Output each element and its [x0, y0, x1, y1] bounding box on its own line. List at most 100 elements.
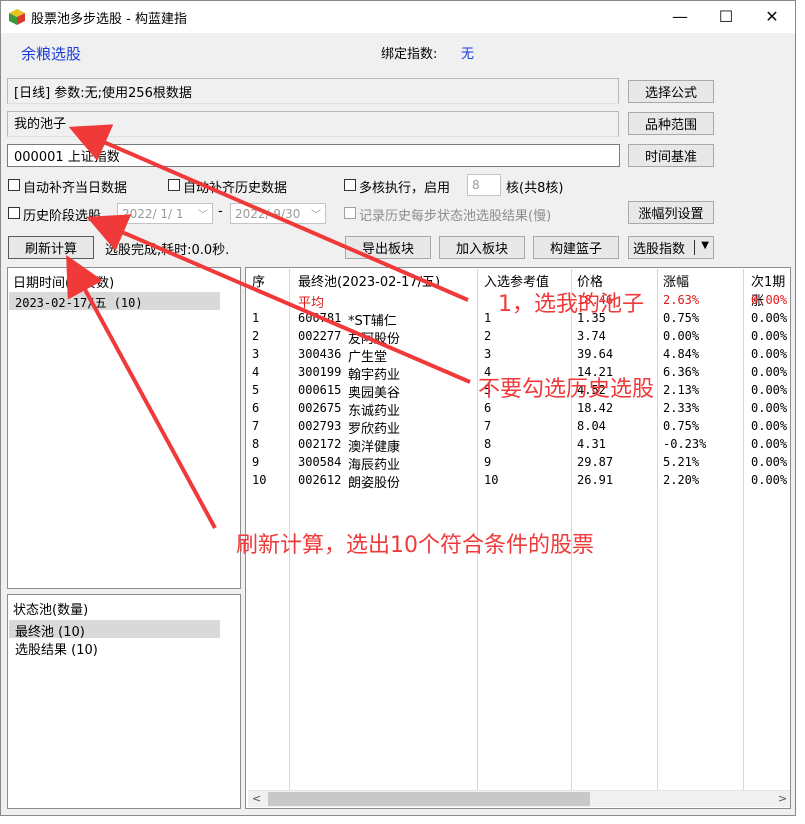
scroll-left-icon[interactable]: <	[252, 792, 261, 805]
multicore-label[interactable]: 多核执行，启用	[359, 177, 450, 196]
cell-ref: 3	[484, 347, 492, 361]
avg-change: 2.63%	[663, 293, 700, 307]
auto-fill-today-label[interactable]: 自动补齐当日数据	[23, 177, 127, 196]
time-base-button[interactable]: 时间基准	[628, 144, 714, 167]
bind-index-value[interactable]: 无	[461, 43, 474, 62]
horizontal-scrollbar[interactable]: < >	[248, 790, 790, 807]
state-row-text: 最终池 (10)	[15, 625, 85, 640]
column-header-pool[interactable]: 最终池(2023-02-17/五)	[298, 271, 440, 290]
cell-code: 300584	[298, 455, 342, 469]
pool-name: 我的池子	[14, 117, 67, 132]
cell-next: 0.00%	[751, 455, 788, 469]
build-basket-button[interactable]: 构建篮子	[533, 236, 619, 259]
dropdown-arrow-icon[interactable]: ▼	[701, 240, 709, 251]
multicore-checkbox[interactable]	[344, 179, 356, 191]
cell-no: 8	[252, 437, 260, 451]
cell-code: 300436	[298, 347, 342, 361]
main-window: 股票池多步选股 - 构蓝建指 — ☐ ✕ 余粮选股 绑定指数: 无 [日线] 参…	[0, 0, 796, 816]
date-range-dash: -	[218, 204, 223, 219]
scroll-thumb[interactable]	[268, 792, 590, 806]
cell-no: 7	[252, 419, 260, 433]
state-panel: 状态池(数量) 最终池 (10) 选股结果 (10)	[7, 594, 241, 809]
cell-no: 1	[252, 311, 260, 325]
refresh-button[interactable]: 刷新计算	[8, 236, 94, 259]
cell-change: 5.21%	[663, 455, 700, 469]
pick-index-button[interactable]: 选股指数 ▼	[628, 236, 714, 259]
auto-fill-history-label[interactable]: 自动补齐历史数据	[183, 177, 287, 196]
annotation-refresh-hint: 刷新计算，选出10个符合条件的股票	[236, 533, 594, 558]
auto-fill-history-checkbox[interactable]	[168, 179, 180, 191]
cell-name: 广生堂	[348, 350, 388, 365]
minimize-button[interactable]: —	[657, 1, 703, 32]
cell-ref: 10	[484, 473, 499, 487]
multicore-suffix: 核(共8核)	[506, 181, 564, 196]
end-date-picker[interactable]: 2022/ 9/30 ﹀	[230, 203, 326, 224]
variety-range-button[interactable]: 品种范围	[628, 112, 714, 135]
record-history-checkbox[interactable]	[344, 207, 356, 219]
auto-fill-today-checkbox[interactable]	[8, 179, 20, 191]
cell-no: 3	[252, 347, 260, 361]
start-date-picker[interactable]: 2022/ 1/ 1 ﹀	[117, 203, 213, 224]
cell-next: 0.00%	[751, 419, 788, 433]
start-date-value: 2022/ 1/ 1	[122, 206, 184, 221]
maximize-button[interactable]: ☐	[703, 1, 749, 32]
cell-name: 朗姿股份	[348, 476, 401, 491]
cell-price: 8.04	[577, 419, 606, 433]
avg-next: 0.00%	[751, 293, 788, 307]
core-count-input[interactable]: 8	[467, 174, 501, 196]
cell-ref: 2	[484, 329, 492, 343]
cell-next: 0.00%	[751, 365, 788, 379]
state-panel-header: 状态池(数量)	[13, 603, 89, 618]
cell-change: 4.84%	[663, 347, 700, 361]
bind-index-label: 绑定指数:	[381, 47, 438, 62]
end-date-value: 2022/ 9/30	[235, 206, 301, 221]
cell-change: 0.00%	[663, 329, 700, 343]
cell-change: -0.23%	[663, 437, 707, 451]
close-button[interactable]: ✕	[749, 1, 795, 32]
cell-next: 0.00%	[751, 401, 788, 415]
params-text: [日线] 参数:无;使用256根数据	[14, 85, 192, 101]
cell-no: 2	[252, 329, 260, 343]
list-item[interactable]: 2023-02-17/五 (10)	[9, 292, 220, 310]
history-stage-label[interactable]: 历史阶段选股	[23, 205, 101, 224]
export-block-button[interactable]: 导出板块	[345, 236, 431, 259]
cell-no: 9	[252, 455, 260, 469]
list-item[interactable]: 最终池 (10)	[9, 620, 220, 640]
cell-ref: 6	[484, 401, 492, 415]
date-panel: 日期时间(最终数) 2023-02-17/五 (10)	[7, 267, 241, 589]
history-stage-checkbox[interactable]	[8, 207, 20, 219]
cell-price: 3.74	[577, 329, 606, 343]
record-history-label[interactable]: 记录历史每步状态池选股结果(慢)	[359, 205, 551, 224]
cell-ref: 7	[484, 419, 492, 433]
core-count-value: 8	[472, 178, 480, 192]
column-divider	[657, 269, 658, 794]
cell-name: 友阿股份	[348, 332, 401, 347]
cell-ref: 1	[484, 311, 492, 325]
cell-code: 002612	[298, 473, 342, 487]
cell-name: 翰宇药业	[348, 368, 401, 383]
cell-next: 0.00%	[751, 383, 788, 397]
window-title: 股票池多步选股 - 构蓝建指	[31, 12, 187, 27]
select-formula-button[interactable]: 选择公式	[628, 80, 714, 103]
cell-price: 29.87	[577, 455, 614, 469]
list-item[interactable]: 选股结果 (10)	[15, 639, 98, 658]
scroll-right-icon[interactable]: >	[778, 792, 787, 805]
index-field[interactable]: 000001 上证指数	[7, 144, 620, 167]
cell-name: *ST辅仁	[348, 314, 397, 329]
cell-name: 东诚药业	[348, 404, 401, 419]
pool-field[interactable]: 我的池子	[7, 111, 619, 137]
cell-price: 39.64	[577, 347, 614, 361]
cell-change: 2.13%	[663, 383, 700, 397]
add-block-button[interactable]: 加入板块	[439, 236, 525, 259]
column-header-change[interactable]: 涨幅	[663, 271, 689, 290]
cell-no: 10	[252, 473, 267, 487]
cell-next: 0.00%	[751, 347, 788, 361]
cell-change: 2.20%	[663, 473, 700, 487]
pick-index-label: 选股指数	[633, 242, 686, 257]
change-col-settings-button[interactable]: 涨幅列设置	[628, 201, 714, 224]
column-divider	[743, 269, 744, 794]
column-header-no[interactable]: 序	[252, 271, 265, 290]
cell-change: 2.33%	[663, 401, 700, 415]
cell-name: 罗欣药业	[348, 422, 401, 437]
index-code: 000001 上证指数	[14, 150, 120, 165]
